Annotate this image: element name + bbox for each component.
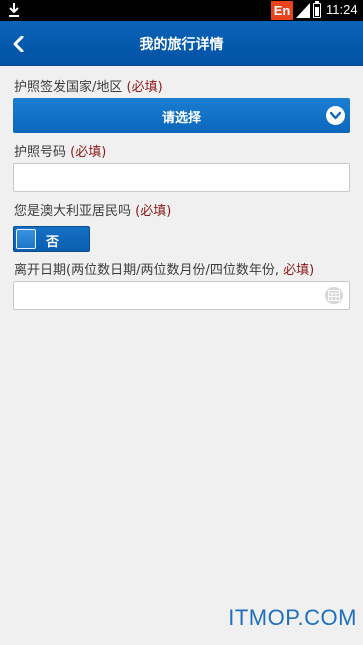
status-time: 11:24 [326,2,358,17]
battery-icon [313,1,321,18]
page-title: 我的旅行详情 [139,37,224,53]
calendar-icon[interactable] [325,287,343,304]
chevron-down-icon [326,106,345,125]
passport-number-label: 护照号码 (必填) [14,141,106,160]
departure-date-label-text: 离开日期(两位数日期/两位数月份/四位数年份, [14,263,279,278]
australian-resident-toggle[interactable]: 否 [13,226,90,252]
required-marker: 必填) [283,263,315,278]
issuing-country-label: 护照签发国家/地区 (必填) [14,76,163,95]
download-icon [9,3,19,17]
departure-date-input[interactable] [13,281,350,310]
toggle-knob [16,229,36,249]
toggle-value: 否 [46,235,60,250]
required-marker: (必填) [135,204,172,219]
watermark: ITMOP.COM [228,605,357,630]
status-bar: En 11:24 [0,0,363,21]
input-method-badge: En [271,1,293,20]
header-bar: 我的旅行详情 [0,21,363,66]
issuing-country-select-value: 请选择 [161,111,201,126]
issuing-country-label-text: 护照签发国家/地区 [14,80,123,95]
passport-number-input[interactable] [13,163,350,192]
required-marker: (必填) [126,80,163,95]
required-marker: (必填) [70,145,107,160]
australian-resident-label-text: 您是澳大利亚居民吗 [14,204,132,219]
signal-icon [296,3,310,18]
issuing-country-select[interactable]: 请选择 [13,98,350,133]
departure-date-label: 离开日期(两位数日期/两位数月份/四位数年份, 必填) [14,259,314,278]
passport-number-label-text: 护照号码 [14,145,67,160]
australian-resident-label: 您是澳大利亚居民吗 (必填) [14,200,171,219]
